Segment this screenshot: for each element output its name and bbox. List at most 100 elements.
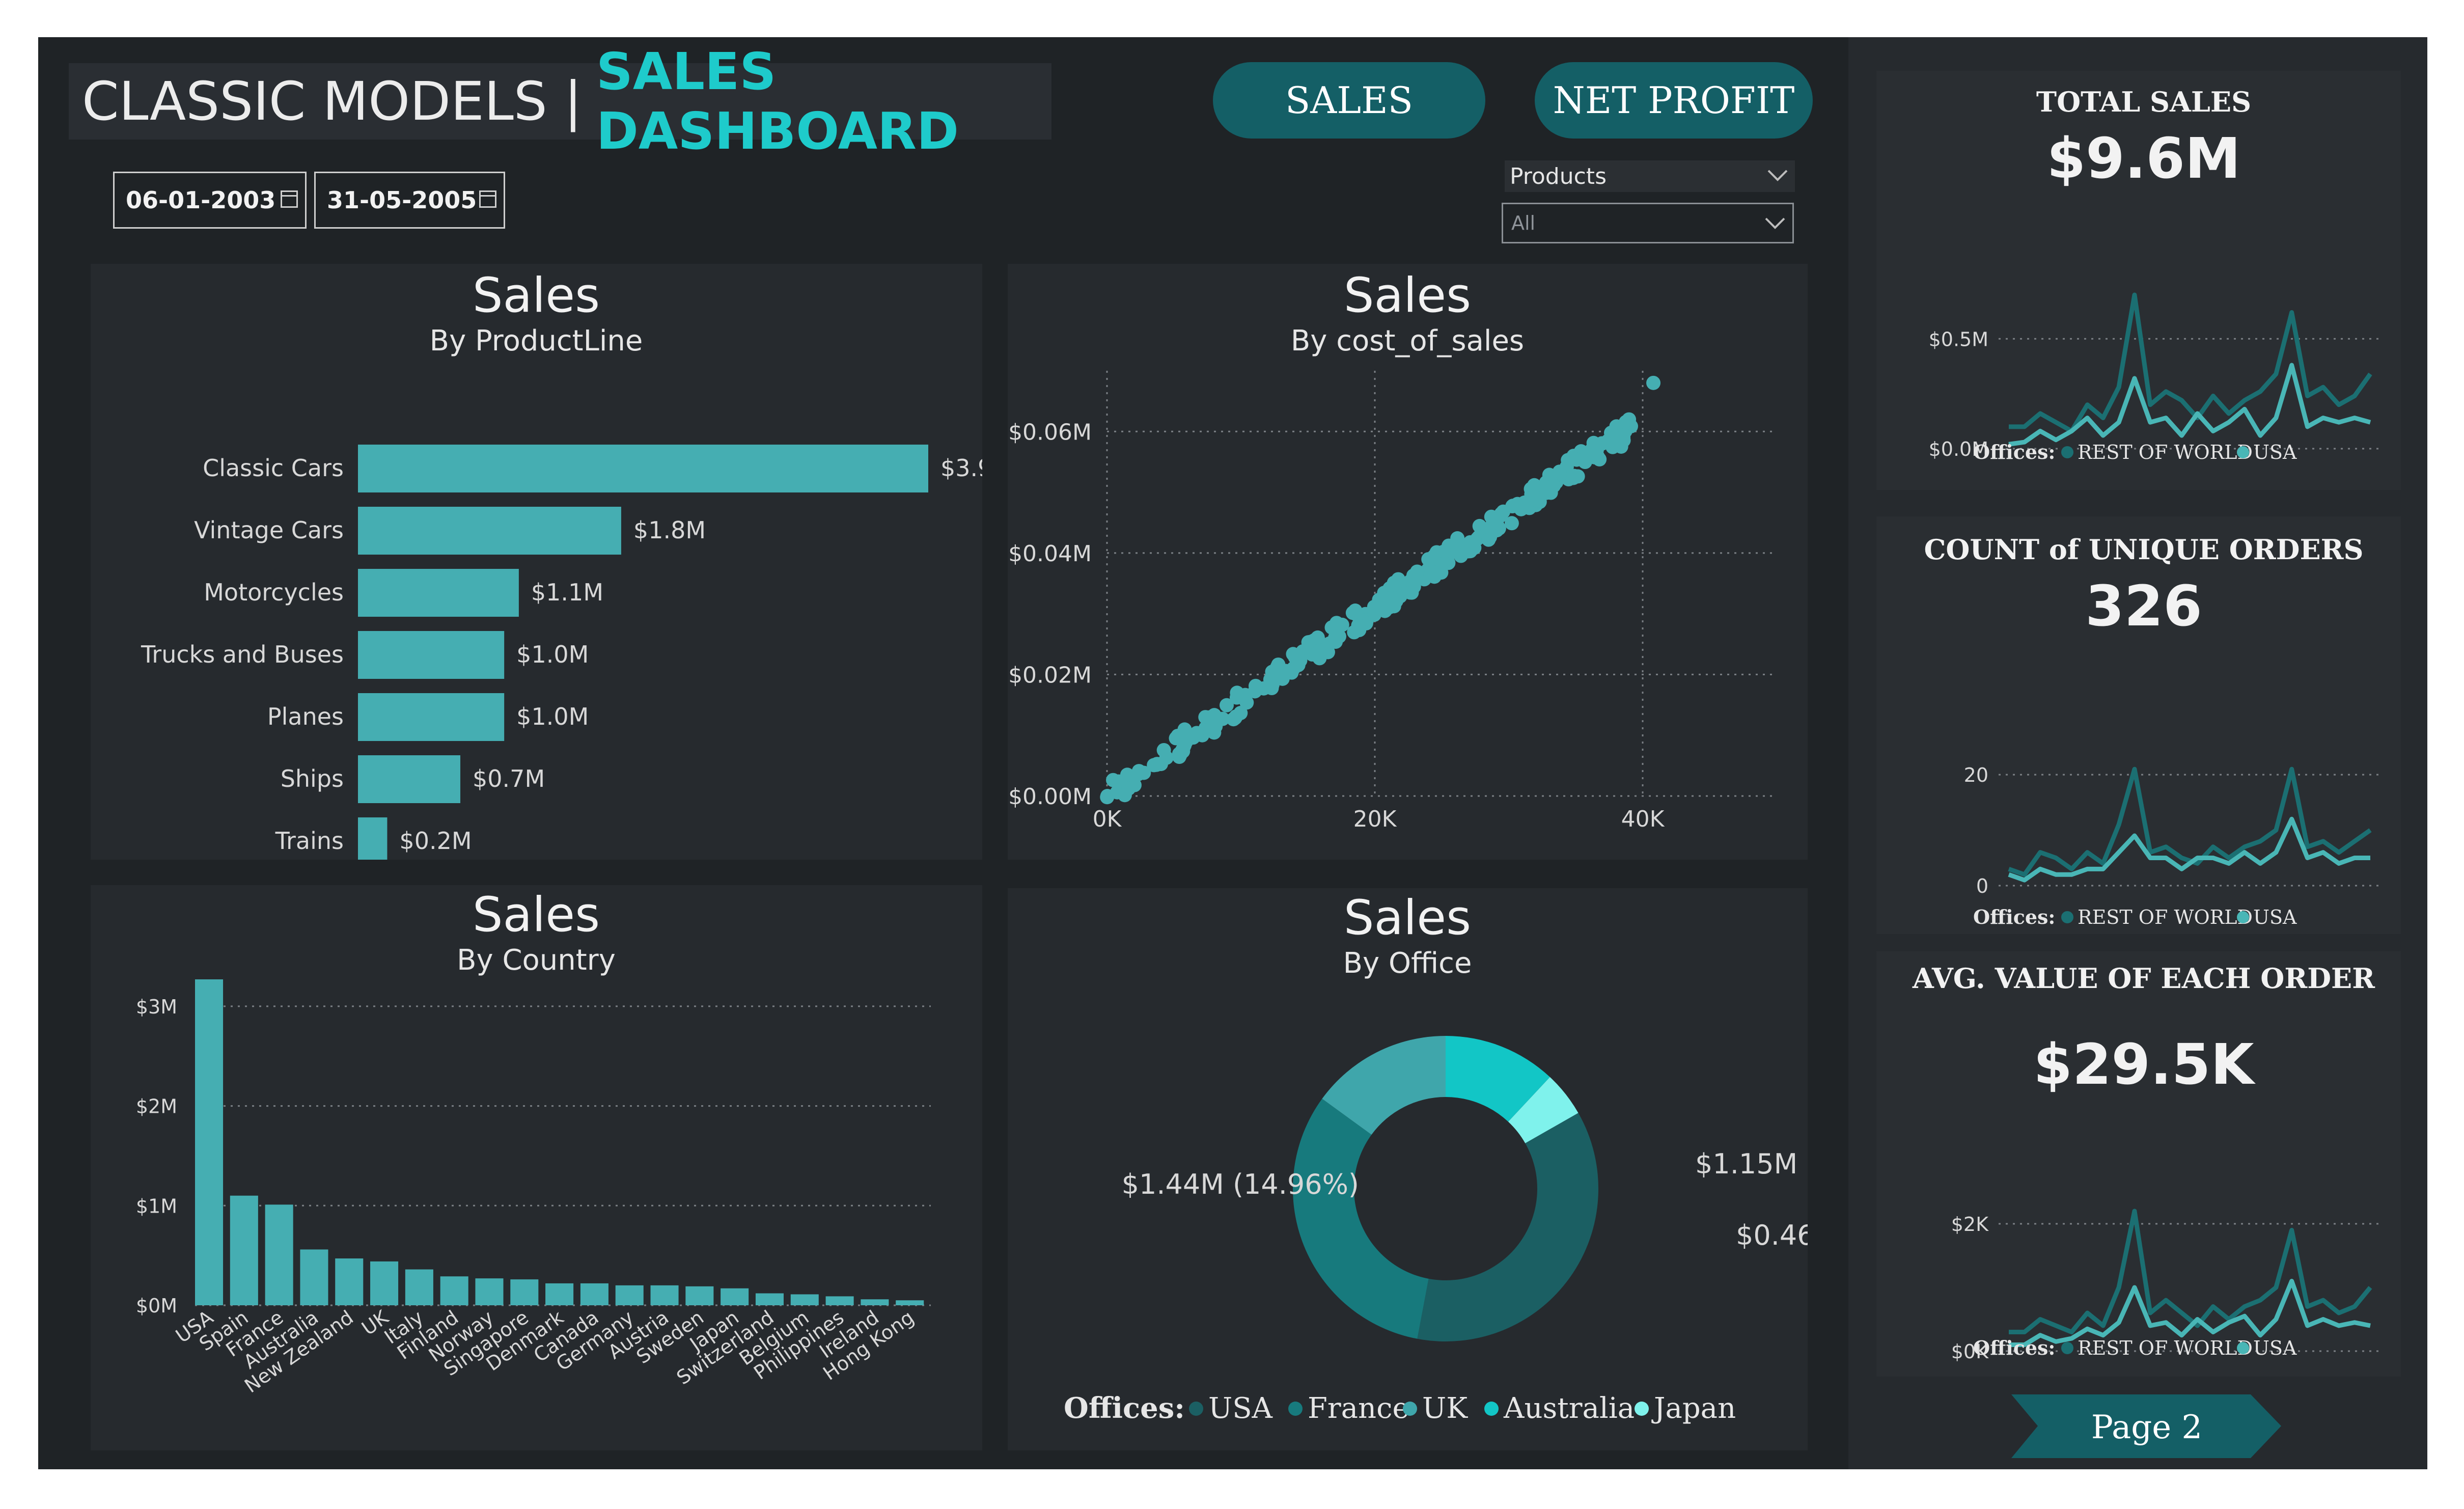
calendar-icon [281,190,298,208]
series-line [2008,363,2371,447]
scatter-point [1504,516,1519,531]
x-tick-label: 40K [1621,806,1665,832]
start-date-picker[interactable]: 06-01-2003 [113,172,307,229]
donut-slice [1293,1099,1429,1339]
scatter-point [1248,678,1263,693]
bar [358,507,621,555]
sales-button[interactable]: SALES [1213,62,1485,139]
x-tick-label: 0K [1093,806,1122,832]
chart-title: Sales [473,887,600,943]
chart-subtitle: By cost_of_sales [1291,324,1524,358]
scatter-point [1351,618,1366,633]
scatter-point [1410,564,1425,579]
legend-marker [1403,1402,1417,1416]
kpi-value: 326 [2085,573,2202,639]
country-chart-panel: Sales By Country $0M $1M $2M $3M USA Spain Fr… [91,885,982,1450]
y-tick-label: $3M [136,996,177,1018]
scatter-point [1156,743,1171,757]
scatter-point [1291,652,1306,667]
legend-label: REST OF WORLD [2078,441,2253,463]
y-tick-label: $0.04M [1008,541,1092,567]
scatter-point [1546,478,1561,493]
bar [721,1288,749,1305]
kpi-title: COUNT of UNIQUE ORDERS [1924,533,2363,566]
net-profit-button[interactable]: NET PROFIT [1535,62,1813,139]
legend-marker [2061,446,2073,458]
bar [405,1269,433,1305]
chevron-down-icon [1765,217,1785,229]
country-bar-chart: Sales By Country $0M$1M$2M$3M USASpainFr… [136,887,931,1397]
scatter-point [1437,556,1452,571]
end-date-picker[interactable]: 31-05-2005 [314,172,505,229]
office-donut-panel: Sales By Office $1.15M (11.94%) $0.46M (4… [1008,888,1808,1450]
chevron-down-icon [1767,170,1788,181]
bar [580,1283,608,1305]
bar-category-label: Trucks and Buses [141,641,344,668]
scatter-point [1646,375,1661,390]
title-prefix: CLASSIC MODELS | [82,70,582,132]
y-tick-label: $0.06M [1008,419,1092,445]
series-line [2009,1279,2371,1347]
scatter-point [1228,710,1242,725]
products-dropdown[interactable]: All [1502,203,1794,243]
products-slicer-label: Products [1510,163,1607,189]
kpi-title: AVG. VALUE OF EACH ORDER [1912,962,2375,995]
bar [358,445,928,492]
series-line [2008,816,2370,883]
y-tick-label: $0.00M [1008,784,1092,810]
legend-label: Japan [1651,1392,1736,1425]
bar-value-label: $3.9M [940,454,982,482]
legend-marker [1635,1402,1649,1416]
y-tick-label: $2M [136,1095,177,1118]
series-line [2009,1209,2372,1334]
chart-subtitle: By Office [1343,947,1472,980]
x-tick-label: 20K [1353,806,1397,832]
bar [335,1258,364,1305]
chart-title: Sales [1344,890,1471,946]
scatter-point [1179,733,1194,748]
slice-label: $1.15M (11.94%) [1695,1148,1808,1180]
bar [358,569,519,617]
scatter-point [1106,773,1121,787]
scatter-point [1313,643,1327,658]
title-bar: CLASSIC MODELS | SALES DASHBOARD [69,42,1051,161]
scatter-point [1172,747,1186,761]
total-sales-line-chart: TOTAL SALES $9.6M $0.0M$0.5M Offices: RES… [1929,86,2380,463]
products-slicer-header[interactable]: Products [1505,160,1795,192]
page-2-button[interactable]: Page 2 [2011,1394,2284,1458]
bar-category-label: Trains [275,827,344,855]
legend-title: Offices: [1973,1336,2055,1359]
legend-label: Australia [1503,1392,1635,1425]
legend-title: Offices: [1973,441,2055,463]
scatter-point [1622,412,1637,427]
scatter-point [1505,499,1520,514]
avg-order-card: AVG. VALUE OF EACH ORDER $29.5K $0K $2K O… [1876,951,2401,1377]
slice-label: $0.46M (4.76%) [1736,1219,1808,1251]
office-donut-chart: Sales By Office $1.15M (11.94%) $0.46M (4… [1064,890,1808,1425]
scatter-point [1421,552,1436,567]
bar [358,631,505,679]
scatter-point [1100,790,1115,805]
chart-title: Sales [1344,268,1471,323]
scatter-point [1461,544,1476,559]
legend-marker [1189,1402,1203,1416]
bar [230,1195,258,1305]
bar [475,1278,504,1305]
unique-orders-card: COUNT of UNIQUE ORDERS 326 0 20 Offices: R… [1876,516,2401,934]
legend-label: REST OF WORLD [2078,906,2253,928]
legend-label: USA [2253,441,2297,463]
kpi-value: $29.5K [2033,1032,2256,1097]
scatter-point [1481,532,1496,547]
y-tick-label: $0M [136,1295,177,1317]
bar [615,1285,644,1305]
legend-label: USA [2253,906,2297,928]
bar [358,755,461,803]
series-line [2008,766,2372,877]
bar [861,1299,889,1305]
bar [370,1261,399,1305]
scatter-point [1403,585,1418,600]
bar [358,693,505,741]
legend-title: Offices: [1973,906,2055,928]
scatter-point [1372,592,1387,607]
bar-value-label: $1.0M [516,641,589,668]
